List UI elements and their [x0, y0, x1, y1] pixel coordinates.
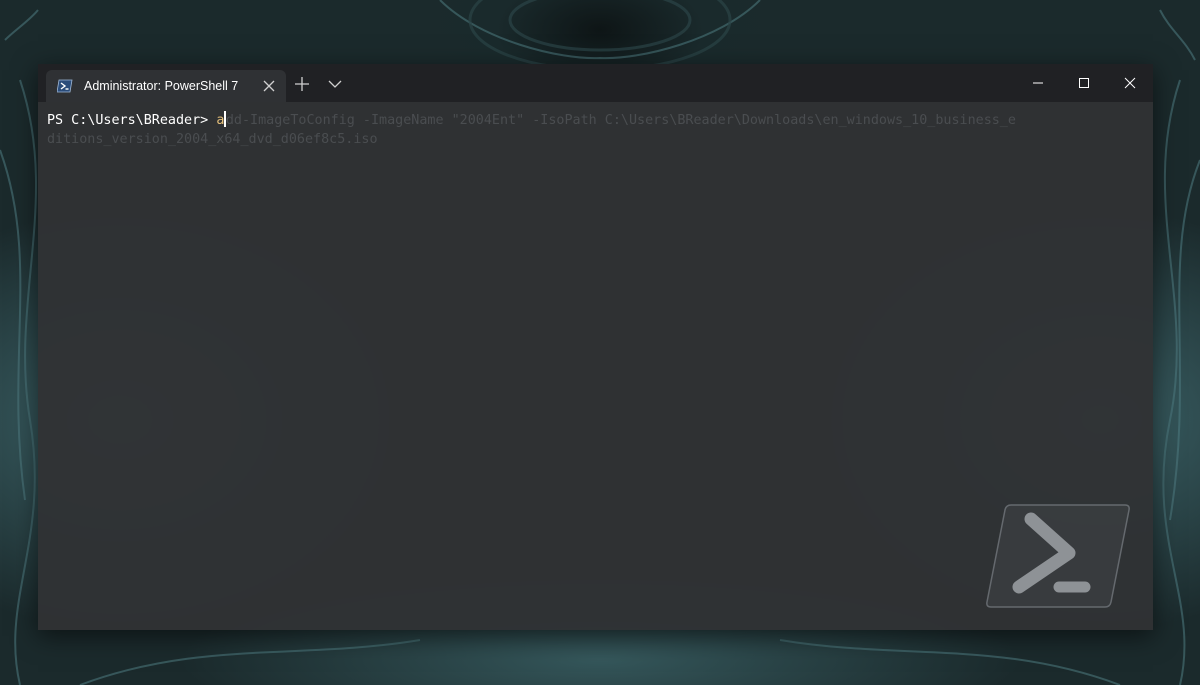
tab-title: Administrator: PowerShell 7 [84, 79, 239, 93]
minimize-button[interactable] [1015, 64, 1061, 102]
command-line: PS C:\Users\BReader> a dd-ImageToConfig -… [47, 111, 1153, 130]
minimize-icon [1033, 82, 1043, 84]
desktop-background: Administrator: PowerShell 7 PS C:\Users\… [0, 0, 1200, 685]
predictive-suggestion: dd-ImageToConfig -ImageName "2004Ent" -I… [225, 113, 1016, 128]
powershell-icon [57, 79, 73, 93]
close-icon[interactable] [262, 79, 276, 93]
plus-icon[interactable] [294, 76, 310, 92]
maximize-button[interactable] [1061, 64, 1107, 102]
close-window-button[interactable] [1107, 64, 1153, 102]
predictive-suggestion-continued: ditions_version_2004_x64_dvd_d06ef8c5.is… [47, 132, 378, 147]
powershell-window: Administrator: PowerShell 7 PS C:\Users\… [38, 64, 1153, 630]
command-line-wrap: ditions_version_2004_x64_dvd_d06ef8c5.is… [47, 130, 1153, 149]
prompt: PS C:\Users\BReader> [47, 113, 217, 128]
chevron-down-icon[interactable] [328, 78, 342, 90]
maximize-icon [1079, 78, 1089, 88]
close-icon [1124, 77, 1136, 89]
typed-text: a [216, 113, 225, 128]
title-bar: Administrator: PowerShell 7 [38, 64, 1153, 102]
powershell-logo [986, 504, 1130, 608]
tab-powershell[interactable]: Administrator: PowerShell 7 [46, 70, 286, 102]
